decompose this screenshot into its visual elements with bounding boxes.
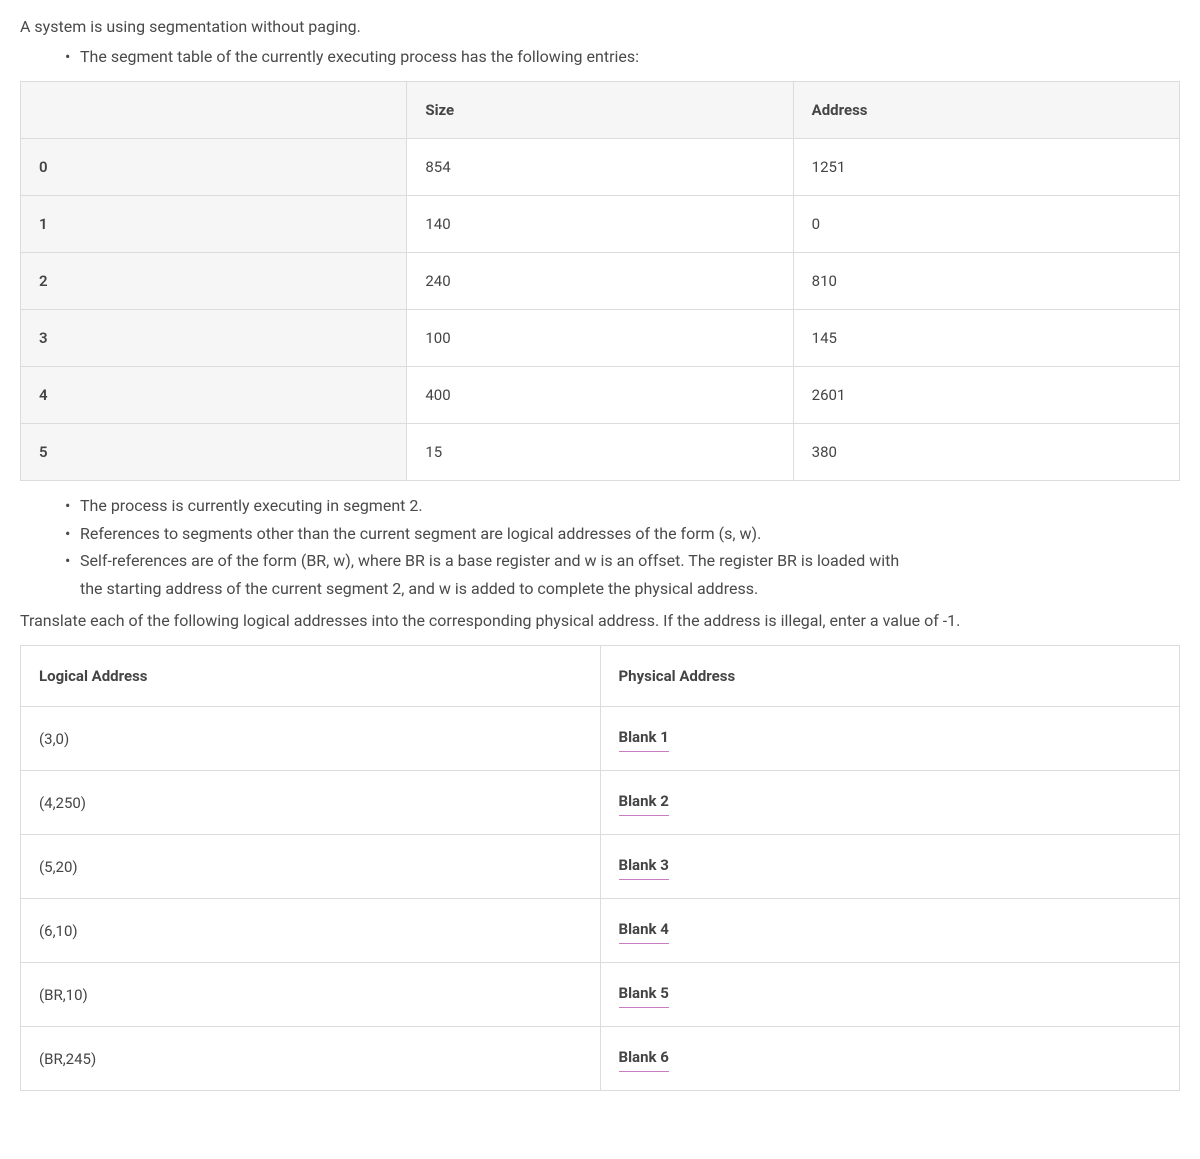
segment-table: Size Address 0 854 1251 1 140 0 2 240 81… — [20, 81, 1180, 481]
segment-address: 1251 — [793, 139, 1179, 196]
segment-address: 145 — [793, 310, 1179, 367]
physical-address-cell: Blank 6 — [600, 1027, 1180, 1091]
segment-index: 2 — [21, 253, 407, 310]
segment-table-header-row: Size Address — [21, 82, 1180, 139]
table-row: (5,20) Blank 3 — [21, 835, 1180, 899]
intro-text: A system is using segmentation without p… — [20, 14, 1180, 40]
segment-size: 240 — [407, 253, 793, 310]
blank-input[interactable]: Blank 6 — [619, 1045, 669, 1072]
logical-address: (BR,10) — [21, 963, 601, 1027]
segment-index: 5 — [21, 424, 407, 481]
logical-address: (3,0) — [21, 707, 601, 771]
table-row: 3 100 145 — [21, 310, 1180, 367]
bullet-mid-1: The process is currently executing in se… — [20, 493, 1180, 519]
logical-address: (5,20) — [21, 835, 601, 899]
blank-input[interactable]: Blank 1 — [619, 725, 669, 752]
table-row: (BR,10) Blank 5 — [21, 963, 1180, 1027]
segment-index: 0 — [21, 139, 407, 196]
translate-instruction: Translate each of the following logical … — [20, 608, 1180, 634]
blank-input[interactable]: Blank 2 — [619, 789, 669, 816]
segment-address: 380 — [793, 424, 1179, 481]
answer-table-header-row: Logical Address Physical Address — [21, 646, 1180, 707]
logical-address: (BR,245) — [21, 1027, 601, 1091]
physical-address-cell: Blank 4 — [600, 899, 1180, 963]
segment-index: 1 — [21, 196, 407, 253]
table-row: (3,0) Blank 1 — [21, 707, 1180, 771]
table-row: 0 854 1251 — [21, 139, 1180, 196]
physical-address-cell: Blank 2 — [600, 771, 1180, 835]
bullet-top-1: The segment table of the currently execu… — [20, 44, 1180, 70]
blank-input[interactable]: Blank 4 — [619, 917, 669, 944]
blank-input[interactable]: Blank 5 — [619, 981, 669, 1008]
answer-table-header-physical: Physical Address — [600, 646, 1180, 707]
bullet-mid-3-cont: the starting address of the current segm… — [20, 576, 1180, 602]
bullet-mid-3: Self-references are of the form (BR, w),… — [20, 548, 1180, 574]
segment-size: 100 — [407, 310, 793, 367]
table-row: (BR,245) Blank 6 — [21, 1027, 1180, 1091]
blank-input[interactable]: Blank 3 — [619, 853, 669, 880]
physical-address-cell: Blank 1 — [600, 707, 1180, 771]
logical-address: (4,250) — [21, 771, 601, 835]
table-row: 1 140 0 — [21, 196, 1180, 253]
segment-index: 3 — [21, 310, 407, 367]
segment-size: 854 — [407, 139, 793, 196]
segment-size: 140 — [407, 196, 793, 253]
segment-address: 810 — [793, 253, 1179, 310]
segment-table-header-empty — [21, 82, 407, 139]
bullet-mid-2: References to segments other than the cu… — [20, 521, 1180, 547]
segment-address: 2601 — [793, 367, 1179, 424]
segment-size: 400 — [407, 367, 793, 424]
table-row: (6,10) Blank 4 — [21, 899, 1180, 963]
answer-table-header-logical: Logical Address — [21, 646, 601, 707]
segment-index: 4 — [21, 367, 407, 424]
answer-table: Logical Address Physical Address (3,0) B… — [20, 645, 1180, 1091]
physical-address-cell: Blank 5 — [600, 963, 1180, 1027]
segment-table-header-size: Size — [407, 82, 793, 139]
segment-address: 0 — [793, 196, 1179, 253]
table-row: 5 15 380 — [21, 424, 1180, 481]
table-row: (4,250) Blank 2 — [21, 771, 1180, 835]
segment-table-header-address: Address — [793, 82, 1179, 139]
logical-address: (6,10) — [21, 899, 601, 963]
table-row: 4 400 2601 — [21, 367, 1180, 424]
segment-size: 15 — [407, 424, 793, 481]
physical-address-cell: Blank 3 — [600, 835, 1180, 899]
table-row: 2 240 810 — [21, 253, 1180, 310]
